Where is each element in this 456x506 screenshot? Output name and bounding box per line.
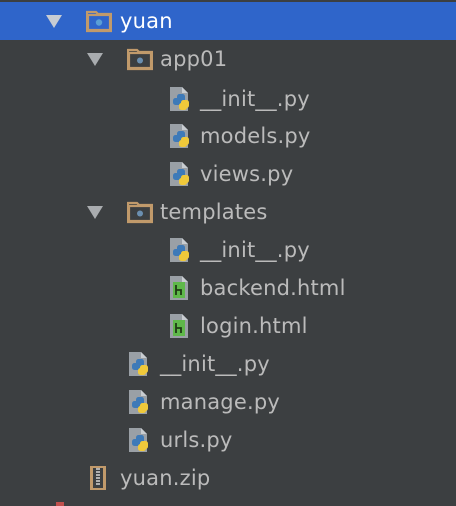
tree-file-urls[interactable]: urls.py — [0, 421, 456, 459]
tree-file-root-init[interactable]: __init__.py — [0, 345, 456, 383]
html-file-icon — [168, 276, 194, 300]
python-file-icon — [127, 428, 153, 452]
python-file-icon — [168, 87, 194, 111]
tree-node-label: app01 — [160, 47, 228, 71]
tree-file-label: views.py — [200, 162, 294, 186]
tree-file-views[interactable]: views.py — [0, 155, 456, 193]
tree-file-label: yuan.zip — [120, 466, 211, 490]
python-file-icon — [127, 352, 153, 376]
chevron-down-icon[interactable] — [46, 15, 62, 28]
tree-file-app01-init[interactable]: __init__.py — [0, 80, 456, 118]
tree-file-manage[interactable]: manage.py — [0, 383, 456, 421]
tree-file-label: models.py — [200, 124, 311, 148]
chevron-down-icon[interactable] — [87, 53, 103, 66]
python-file-icon — [168, 238, 194, 262]
zip-archive-icon — [88, 466, 114, 490]
tree-node-templates[interactable]: templates — [0, 193, 456, 231]
tree-file-label: __init__.py — [200, 238, 310, 262]
tree-file-templates-init[interactable]: __init__.py — [0, 231, 456, 269]
tree-node-yuan[interactable]: yuan — [0, 2, 456, 40]
tree-node-app01[interactable]: app01 — [0, 40, 456, 78]
tree-file-label: urls.py — [160, 428, 233, 452]
package-folder-icon — [126, 47, 154, 71]
partial-next-item-icon — [56, 502, 64, 506]
python-file-icon — [168, 162, 194, 186]
python-file-icon — [168, 124, 194, 148]
chevron-down-icon[interactable] — [87, 206, 103, 219]
tree-file-label: login.html — [200, 314, 308, 338]
tree-file-label: __init__.py — [160, 352, 270, 376]
project-tree: yuan app01 __init__.py models.py views.p… — [0, 0, 456, 506]
module-folder-icon — [85, 9, 113, 33]
tree-file-models[interactable]: models.py — [0, 117, 456, 155]
tree-node-label: yuan — [120, 9, 173, 33]
tree-file-backend-html[interactable]: backend.html — [0, 269, 456, 307]
tree-file-yuan-zip[interactable]: yuan.zip — [0, 459, 456, 497]
tree-file-label: __init__.py — [200, 87, 310, 111]
tree-file-label: manage.py — [160, 390, 280, 414]
tree-file-label: backend.html — [200, 276, 346, 300]
tree-node-label: templates — [160, 200, 268, 224]
python-file-icon — [127, 390, 153, 414]
tree-file-login-html[interactable]: login.html — [0, 307, 456, 345]
package-folder-icon — [126, 200, 154, 224]
html-file-icon — [168, 314, 194, 338]
